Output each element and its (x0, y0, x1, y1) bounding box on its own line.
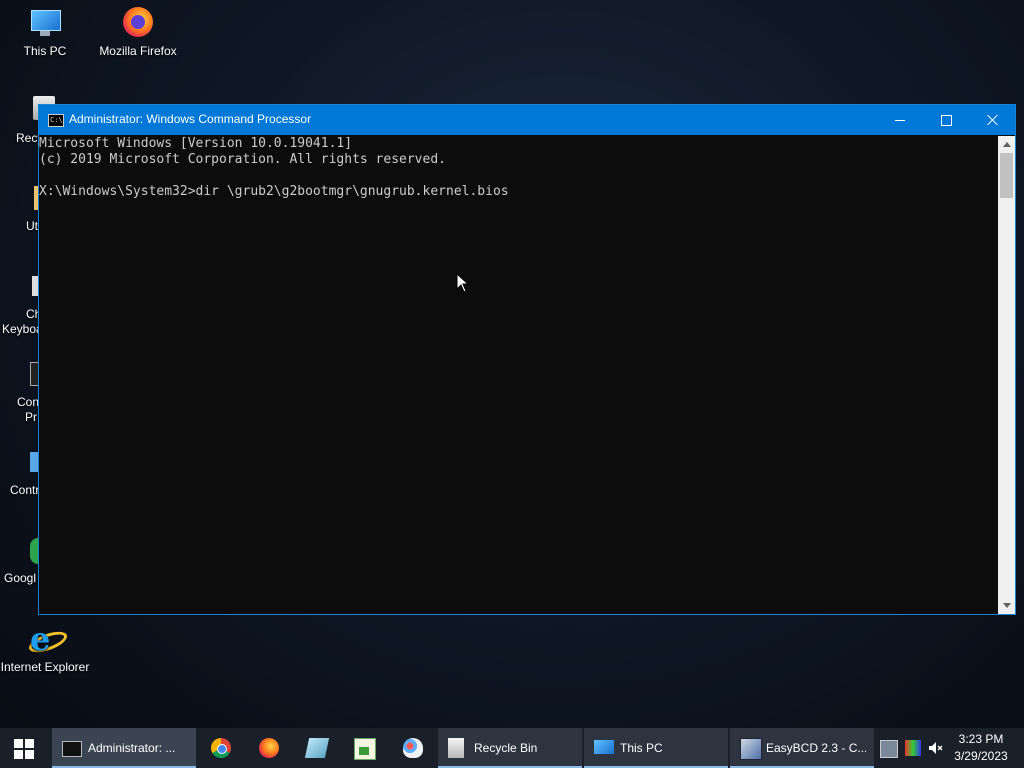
desktop-icon-label: This PC (23, 44, 67, 58)
computer-icon (28, 6, 62, 40)
console-line: Microsoft Windows [Version 10.0.19041.1] (39, 136, 353, 151)
chrome-icon (211, 738, 231, 758)
close-button[interactable] (969, 105, 1015, 135)
command-prompt-icon (62, 741, 82, 757)
desktop-icon-label: Con (17, 395, 40, 409)
computer-icon (594, 740, 614, 754)
taskbar-pin-spreadsheet[interactable] (341, 728, 387, 768)
paint-icon (403, 738, 423, 758)
desktop-icon-this-pc[interactable]: This PC (0, 6, 90, 58)
desktop-icon-label: Contr (10, 483, 40, 497)
taskbar-item-this-pc[interactable]: This PC (584, 728, 728, 768)
desktop-icon-label: Pr (25, 410, 37, 424)
volume-muted-icon[interactable] (928, 740, 944, 756)
taskbar-item-easybcd[interactable]: EasyBCD 2.3 - C... (730, 728, 874, 768)
desktop-icon-label: Googl (4, 571, 37, 585)
scroll-down-arrow-icon[interactable] (998, 597, 1015, 614)
minimize-button[interactable] (877, 105, 923, 135)
taskbar: Administrator: ... Recycle Bin This PC E… (0, 728, 1024, 768)
control-panel-icon (30, 452, 38, 472)
command-prompt-window[interactable]: C:\ Administrator: Windows Command Proce… (38, 104, 1016, 615)
maximize-button[interactable] (923, 105, 969, 135)
internet-explorer-icon: e (26, 622, 70, 657)
display-icon[interactable] (905, 740, 921, 756)
firefox-icon (259, 738, 279, 758)
taskbar-item-label: This PC (620, 741, 663, 755)
window-title: Administrator: Windows Command Processor (69, 112, 312, 126)
taskbar-pin-paint[interactable] (390, 728, 436, 768)
vertical-scrollbar[interactable] (998, 136, 1015, 614)
console-line: (c) 2019 Microsoft Corporation. All righ… (39, 152, 446, 167)
taskbar-pin-notepad[interactable] (294, 728, 340, 768)
desktop-icon-internet-explorer[interactable]: e Internet Explorer (0, 622, 90, 674)
spreadsheet-icon (354, 738, 376, 760)
scrollbar-thumb[interactable] (1000, 153, 1013, 198)
console-prompt-line[interactable]: X:\Windows\System32>dir \grub2\g2bootmgr… (39, 184, 998, 200)
taskbar-item-recycle-bin[interactable]: Recycle Bin (438, 728, 582, 768)
easybcd-icon (740, 738, 762, 760)
desktop-icon-label: Internet Explorer (0, 660, 90, 674)
clock-date: 3/29/2023 (954, 749, 1008, 763)
taskbar-item-label: Recycle Bin (474, 741, 538, 755)
desktop-icon-firefox[interactable]: Mozilla Firefox (93, 6, 183, 58)
command-prompt-icon[interactable]: C:\ (48, 114, 64, 127)
recycle-bin-icon (448, 738, 464, 758)
taskbar-pin-firefox[interactable] (246, 728, 292, 768)
system-clock[interactable]: 3:23 PM 3/29/2023 (950, 731, 1012, 765)
start-button[interactable] (0, 728, 48, 768)
desktop-icon-label: Keyboa (2, 322, 43, 336)
taskbar-item-label: EasyBCD 2.3 - C... (766, 741, 866, 755)
firefox-icon (121, 6, 155, 40)
window-titlebar[interactable]: C:\ Administrator: Windows Command Proce… (39, 105, 1015, 135)
scroll-up-arrow-icon[interactable] (998, 136, 1015, 153)
taskbar-pin-chrome[interactable] (198, 728, 244, 768)
taskbar-item-command-prompt[interactable]: Administrator: ... (52, 728, 196, 768)
console-output[interactable]: Microsoft Windows [Version 10.0.19041.1]… (39, 136, 998, 614)
network-icon[interactable] (880, 740, 898, 758)
notepad-icon (304, 738, 330, 758)
taskbar-item-label: Administrator: ... (88, 741, 176, 755)
clock-time: 3:23 PM (958, 732, 1004, 746)
desktop-icon-label: Mozilla Firefox (99, 44, 177, 58)
chrome-icon (30, 538, 38, 564)
